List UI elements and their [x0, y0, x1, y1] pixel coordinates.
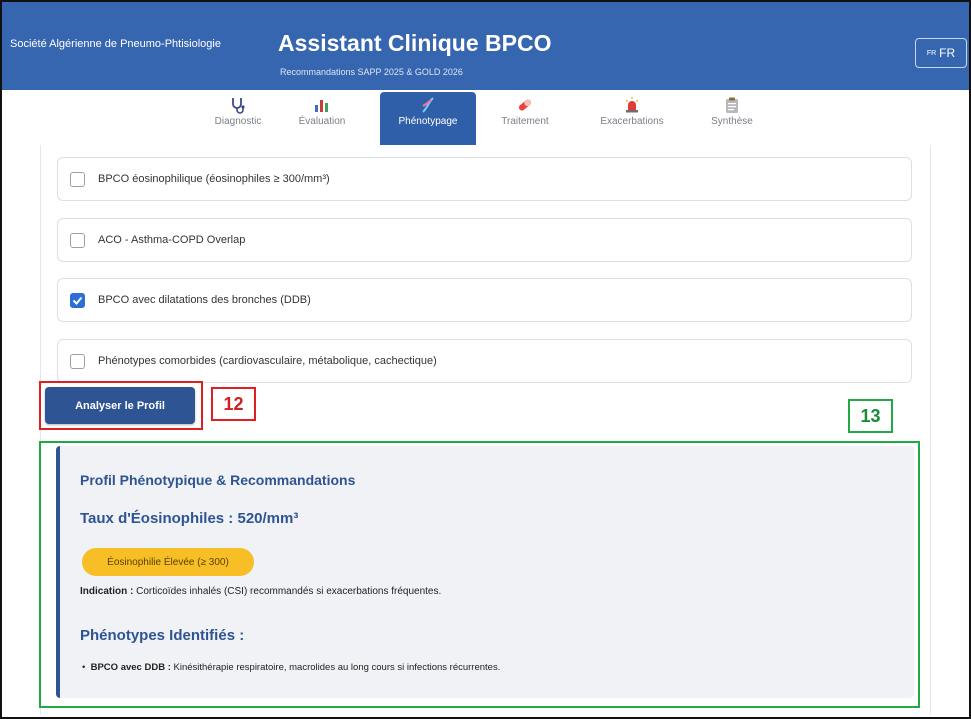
- tab-exacerbations[interactable]: Exacerbations: [584, 92, 680, 140]
- checkbox[interactable]: [70, 353, 85, 369]
- result-title: Profil Phénotypique & Recommandations: [80, 472, 356, 488]
- tab-synthese[interactable]: Synthèse: [700, 92, 764, 140]
- annotation-box-12: [39, 381, 203, 430]
- tab-diagnostic[interactable]: Diagnostic: [202, 92, 274, 140]
- option-eosinophilic[interactable]: BPCO éosinophilique (éosinophiles ≥ 300/…: [57, 157, 912, 201]
- app-header: Société Algérienne de Pneumo-Phtisiologi…: [2, 2, 969, 90]
- list-item: • BPCO avec DDB : Kinésithérapie respira…: [82, 662, 500, 673]
- pill-icon: [516, 94, 534, 116]
- language-label: FR: [939, 46, 956, 60]
- app-title: Assistant Clinique BPCO: [278, 30, 552, 56]
- stethoscope-icon: [229, 94, 247, 116]
- bullet-icon: •: [82, 662, 88, 673]
- annotation-label-12: 12: [211, 387, 256, 421]
- checkbox-checked[interactable]: [70, 292, 85, 308]
- app-subtitle: Recommandations SAPP 2025 & GOLD 2026: [280, 67, 463, 77]
- indication-value: Corticoïdes inhalés (CSI) recommandés si…: [136, 586, 442, 597]
- option-label: BPCO avec dilatations des bronches (DDB): [98, 294, 311, 306]
- option-label: BPCO éosinophilique (éosinophiles ≥ 300/…: [98, 173, 330, 185]
- tab-label: Diagnostic: [214, 116, 262, 127]
- tab-traitement[interactable]: Traitement: [490, 92, 560, 140]
- language-button[interactable]: FR FR: [915, 38, 967, 68]
- annotation-label-13: 13: [848, 399, 893, 433]
- status-badge: Éosinophilie Élevée (≥ 300): [82, 548, 254, 576]
- organization-name: Société Algérienne de Pneumo-Phtisiologi…: [10, 38, 221, 50]
- indication-label: Indication :: [80, 586, 134, 597]
- nav-tabs: Diagnostic Évaluation Phénotypage Traite…: [2, 90, 969, 145]
- bar-chart-icon: [313, 94, 331, 116]
- app-window: Société Algérienne de Pneumo-Phtisiologi…: [0, 0, 971, 719]
- tab-label: Phénotypage: [398, 116, 458, 127]
- option-comorbid[interactable]: Phénotypes comorbides (cardiovasculaire,…: [57, 339, 912, 383]
- tab-label: Synthèse: [711, 116, 753, 127]
- tab-evaluation[interactable]: Évaluation: [287, 92, 357, 140]
- option-aco[interactable]: ACO - Asthma-COPD Overlap: [57, 218, 912, 262]
- phenotypes-title: Phénotypes Identifiés :: [80, 627, 245, 644]
- tab-phenotypage[interactable]: Phénotypage: [380, 92, 476, 145]
- check-icon: [72, 296, 83, 305]
- option-label: Phénotypes comorbides (cardiovasculaire,…: [98, 355, 437, 367]
- phenotype-text: Kinésithérapie respiratoire, macrolides …: [173, 662, 501, 673]
- flag-icon: FR: [926, 49, 937, 57]
- checkbox[interactable]: [70, 232, 85, 248]
- alarm-light-icon: [623, 94, 641, 116]
- eosinophil-rate: Taux d'Éosinophiles : 520/mm³: [80, 510, 299, 527]
- tab-label: Exacerbations: [600, 116, 664, 127]
- option-ddb[interactable]: BPCO avec dilatations des bronches (DDB): [57, 278, 912, 322]
- option-label: ACO - Asthma-COPD Overlap: [98, 234, 246, 246]
- tab-label: Évaluation: [298, 116, 346, 127]
- tab-label: Traitement: [501, 116, 549, 127]
- dna-icon: [419, 94, 437, 116]
- checkbox[interactable]: [70, 171, 85, 187]
- phenotype-name: BPCO avec DDB :: [90, 662, 171, 673]
- indication-text: Indication : Corticoïdes inhalés (CSI) r…: [80, 586, 441, 597]
- clipboard-icon: [723, 94, 741, 116]
